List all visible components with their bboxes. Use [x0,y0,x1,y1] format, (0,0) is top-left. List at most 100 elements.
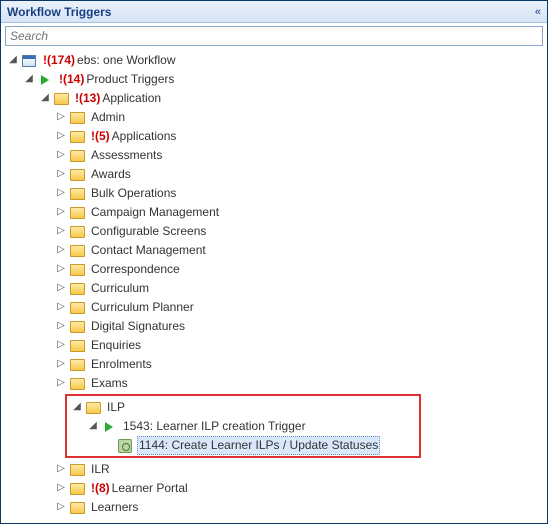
node-label[interactable]: !(5)Applications [89,128,178,145]
tree-node-folder[interactable]: ▷ Contact Management [3,241,545,260]
gear-icon [117,438,133,454]
toggle-collapsed-icon[interactable]: ▷ [55,205,67,220]
toggle-collapsed-icon[interactable]: ▷ [55,129,67,144]
toggle-collapsed-icon[interactable]: ▷ [55,300,67,315]
tree-node-folder[interactable]: ▷ Enquiries [3,336,545,355]
tree-node-ilp-process[interactable]: ▷ 1144: Create Learner ILPs / Update Sta… [69,436,417,455]
toggle-expanded-icon[interactable]: ◢ [23,72,35,87]
tree-node-folder[interactable]: ▷ Digital Signatures [3,317,545,336]
folder-icon [69,167,85,183]
node-label[interactable]: Contact Management [89,242,208,259]
node-label[interactable]: Enrolments [89,356,154,373]
tree-node-folder[interactable]: ▷ ILR [3,460,545,479]
node-label[interactable]: ILP [105,399,127,416]
folder-icon [69,481,85,497]
node-label[interactable]: Configurable Screens [89,223,208,240]
toggle-collapsed-icon[interactable]: ▷ [55,167,67,182]
node-label[interactable]: Curriculum [89,280,151,297]
node-label-selected[interactable]: 1144: Create Learner ILPs / Update Statu… [137,436,380,455]
node-label[interactable]: !(13)Application [73,90,163,107]
tree-node-product[interactable]: ◢ !(14)Product Triggers [3,70,545,89]
node-label[interactable]: Campaign Management [89,204,221,221]
tree-node-folder[interactable]: ▷ Admin [3,108,545,127]
folder-icon [69,319,85,335]
tree-node-folder[interactable]: ▷ Curriculum Planner [3,298,545,317]
collapse-icon[interactable]: « [535,6,541,18]
node-label[interactable]: Correspondence [89,261,182,278]
toggle-expanded-icon[interactable]: ◢ [7,53,19,68]
folder-icon [69,376,85,392]
toggle-collapsed-icon[interactable]: ▷ [55,376,67,391]
toggle-collapsed-icon[interactable]: ▷ [55,357,67,372]
tree-node-folder[interactable]: ▷ Awards [3,165,545,184]
tree-node-application[interactable]: ◢ !(13)Application [3,89,545,108]
folder-icon [53,91,69,107]
toggle-collapsed-icon[interactable]: ▷ [55,262,67,277]
search-input[interactable] [5,26,543,46]
tree-node-folder[interactable]: ▷ Campaign Management [3,203,545,222]
node-label[interactable]: Enquiries [89,337,143,354]
tree-node-folder[interactable]: ▷ Correspondence [3,260,545,279]
tree-node-folder[interactable]: ▷ Curriculum [3,279,545,298]
panel-title: Workflow Triggers [7,5,111,19]
toggle-collapsed-icon[interactable]: ▷ [55,224,67,239]
toggle-collapsed-icon[interactable]: ▷ [55,338,67,353]
toggle-collapsed-icon[interactable]: ▷ [55,319,67,334]
folder-icon [69,500,85,516]
search-wrap [1,23,547,49]
tree-node-root[interactable]: ◢ !(174)ebs: one Workflow [3,51,545,70]
folder-icon [69,243,85,259]
node-label[interactable]: Learners [89,499,140,516]
toggle-expanded-icon[interactable]: ◢ [39,91,51,106]
folder-icon [69,224,85,240]
folder-icon [69,110,85,126]
toggle-collapsed-icon[interactable]: ▷ [55,186,67,201]
node-label[interactable]: !(8)Learner Portal [89,480,190,497]
tree-node-folder[interactable]: ▷ Enrolments [3,355,545,374]
window-icon [21,53,37,69]
node-label[interactable]: Admin [89,109,127,126]
node-label[interactable]: Curriculum Planner [89,299,196,316]
node-label[interactable]: Exams [89,375,130,392]
folder-icon [69,338,85,354]
tree-node-ilp-trigger[interactable]: ◢ 1543: Learner ILP creation Trigger [69,417,417,436]
toggle-collapsed-icon[interactable]: ▷ [55,462,67,477]
tree-node-folder[interactable]: ▷ Assessments [3,146,545,165]
toggle-collapsed-icon[interactable]: ▷ [55,481,67,496]
node-label[interactable]: Digital Signatures [89,318,187,335]
toggle-expanded-icon[interactable]: ◢ [71,400,83,415]
node-label[interactable]: !(174)ebs: one Workflow [41,52,178,69]
toggle-collapsed-icon[interactable]: ▷ [55,148,67,163]
node-label[interactable]: !(14)Product Triggers [57,71,176,88]
folder-icon [69,205,85,221]
folder-icon [69,281,85,297]
folder-icon [69,262,85,278]
toggle-collapsed-icon[interactable]: ▷ [55,500,67,515]
arrow-right-icon [101,419,117,435]
folder-icon [69,462,85,478]
node-label[interactable]: 1543: Learner ILP creation Trigger [121,418,308,435]
tree-node-ilp[interactable]: ◢ ILP [69,398,417,417]
callout-ilp: ◢ ILP ◢ 1543: Learner ILP creation Trigg… [65,394,421,458]
node-label[interactable]: Bulk Operations [89,185,178,202]
tree-node-folder[interactable]: ▷ Learners [3,498,545,517]
tree-node-folder[interactable]: ▷ Configurable Screens [3,222,545,241]
folder-icon [69,300,85,316]
node-label[interactable]: Awards [89,166,133,183]
toggle-collapsed-icon[interactable]: ▷ [55,243,67,258]
tree-node-folder[interactable]: ▷ Bulk Operations [3,184,545,203]
tree-node-folder[interactable]: ▷ Exams [3,374,545,393]
arrow-right-icon [37,72,53,88]
toggle-expanded-icon[interactable]: ◢ [87,419,99,434]
folder-icon [85,400,101,416]
tree-node-folder[interactable]: ▷ !(5)Applications [3,127,545,146]
node-label[interactable]: ILR [89,461,112,478]
tree: ◢ !(174)ebs: one Workflow ◢ !(14)Product… [1,49,547,521]
toggle-collapsed-icon[interactable]: ▷ [55,281,67,296]
folder-icon [69,186,85,202]
node-label[interactable]: Assessments [89,147,164,164]
folder-icon [69,148,85,164]
folder-icon [69,357,85,373]
toggle-collapsed-icon[interactable]: ▷ [55,110,67,125]
tree-node-folder[interactable]: ▷ !(8)Learner Portal [3,479,545,498]
